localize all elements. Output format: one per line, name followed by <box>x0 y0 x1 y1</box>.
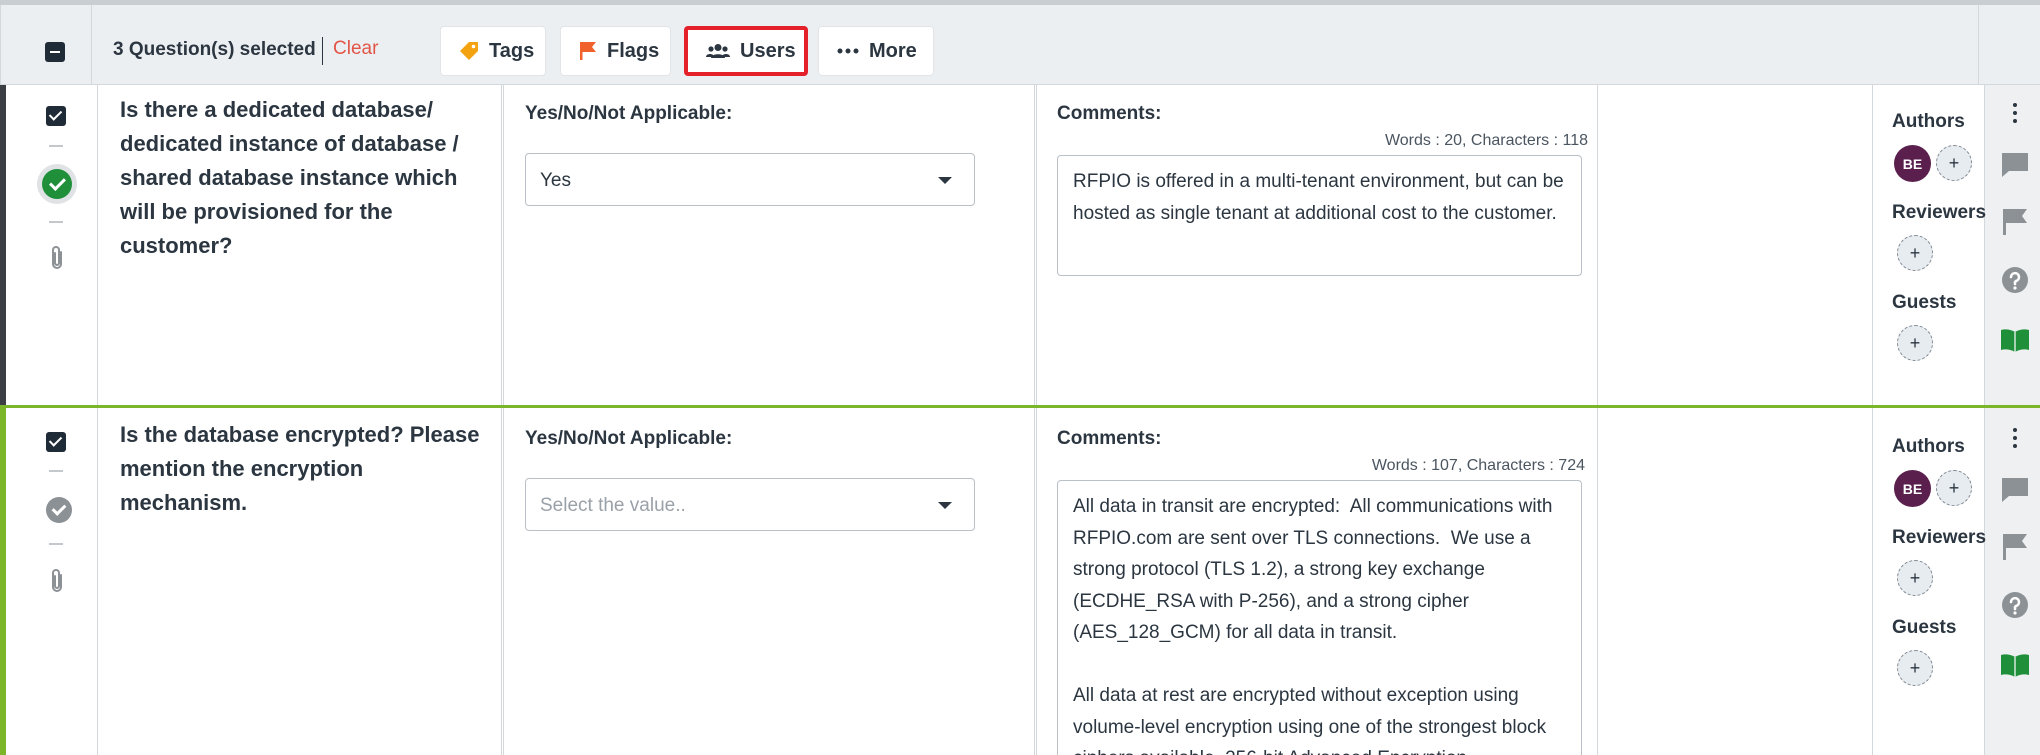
chevron-down-icon <box>938 502 952 509</box>
answer-select-value: Yes <box>540 170 571 191</box>
answer-label: Yes/No/Not Applicable: <box>525 428 733 449</box>
add-reviewer-button[interactable]: + <box>1897 560 1933 596</box>
authors-label: Authors <box>1892 436 1965 457</box>
clear-selection-link[interactable]: Clear <box>333 38 378 60</box>
comment-textarea[interactable]: All data in transit are encrypted: All c… <box>1057 480 1582 755</box>
column-divider <box>501 408 502 755</box>
answer-select-placeholder: Select the value.. <box>540 495 686 516</box>
toolbar-divider <box>0 5 1 90</box>
row-checkbox[interactable] <box>46 106 66 126</box>
column-divider <box>97 408 98 755</box>
users-icon <box>706 43 730 59</box>
flag-icon[interactable] <box>2000 532 2030 562</box>
more-button[interactable]: More <box>818 26 934 76</box>
question-row: Is the database encrypted? Please mentio… <box>0 405 2040 755</box>
add-guest-button[interactable]: + <box>1897 325 1933 361</box>
word-count: Words : 107, Characters : 724 <box>1371 457 1585 474</box>
column-divider <box>1984 408 1985 755</box>
more-button-label: More <box>869 39 917 62</box>
rail-divider <box>49 145 63 147</box>
row-menu-icon[interactable] <box>2010 428 2020 454</box>
help-icon[interactable] <box>2000 265 2030 295</box>
tags-button-label: Tags <box>489 39 535 62</box>
reviewers-label: Reviewers <box>1892 527 1987 548</box>
column-divider <box>1036 408 1037 755</box>
tags-button[interactable]: Tags <box>440 26 546 76</box>
flag-icon <box>579 41 597 61</box>
answer-select[interactable]: Yes <box>525 153 975 206</box>
book-icon[interactable] <box>2000 325 2030 355</box>
selection-toolbar: 3 Question(s) selected Clear Tags Flags … <box>0 0 2040 90</box>
users-button[interactable]: Users <box>684 26 808 76</box>
select-all-checkbox[interactable] <box>45 42 65 62</box>
column-divider <box>97 85 98 405</box>
book-icon[interactable] <box>2000 650 2030 680</box>
avatar[interactable]: BE <box>1894 145 1931 182</box>
add-author-button[interactable]: + <box>1936 145 1972 181</box>
comments-label: Comments: <box>1057 428 1162 449</box>
column-divider <box>1036 85 1037 405</box>
rail-divider <box>49 543 63 545</box>
column-divider <box>1872 408 1873 755</box>
comment-textarea[interactable]: RFPIO is offered in a multi-tenant envir… <box>1057 155 1582 276</box>
question-text: Is the database encrypted? Please mentio… <box>120 422 480 515</box>
flags-button-label: Flags <box>607 39 660 62</box>
toolbar-divider <box>91 5 92 90</box>
row-action-rail <box>1985 408 2040 755</box>
column-divider <box>1984 85 1985 405</box>
page: 3 Question(s) selected Clear Tags Flags … <box>0 0 2040 755</box>
authors-label: Authors <box>1892 111 1965 132</box>
add-author-button[interactable]: + <box>1936 470 1972 506</box>
more-dots-icon <box>837 48 859 54</box>
rail-divider <box>49 470 63 472</box>
flags-button[interactable]: Flags <box>560 26 671 76</box>
column-divider <box>1597 408 1598 755</box>
paperclip-icon[interactable] <box>48 245 66 271</box>
guests-label: Guests <box>1892 292 1957 313</box>
users-button-label: Users <box>740 39 796 62</box>
complete-status-icon[interactable] <box>42 169 72 199</box>
rail-divider <box>49 221 63 223</box>
chevron-down-icon <box>938 177 952 184</box>
column-divider <box>1597 85 1598 405</box>
row-menu-icon[interactable] <box>2010 103 2020 129</box>
row-checkbox[interactable] <box>46 432 66 452</box>
toolbar-divider <box>1978 5 1979 90</box>
flag-icon[interactable] <box>2000 207 2030 237</box>
column-divider <box>1034 408 1035 755</box>
help-icon[interactable] <box>2000 590 2030 620</box>
row-action-rail <box>1985 85 2040 405</box>
column-divider <box>501 85 502 405</box>
question-row: Is there a dedicated database/ dedicated… <box>0 85 2040 405</box>
word-count: Words : 20, Characters : 118 <box>1384 132 1588 149</box>
column-divider <box>1034 85 1035 405</box>
add-reviewer-button[interactable]: + <box>1897 235 1933 271</box>
answer-select[interactable]: Select the value.. <box>525 478 975 531</box>
add-guest-button[interactable]: + <box>1897 650 1933 686</box>
toolbar-divider <box>322 37 323 65</box>
column-divider <box>1872 85 1873 405</box>
avatar[interactable]: BE <box>1894 470 1931 507</box>
tag-icon <box>459 41 479 61</box>
guests-label: Guests <box>1892 617 1957 638</box>
comments-label: Comments: <box>1057 103 1162 124</box>
comment-icon[interactable] <box>2000 475 2030 505</box>
status-icon[interactable] <box>46 497 72 523</box>
column-divider <box>503 85 504 405</box>
selected-count: 3 Question(s) selected <box>113 39 316 60</box>
answer-label: Yes/No/Not Applicable: <box>525 103 733 124</box>
paperclip-icon[interactable] <box>48 568 66 594</box>
reviewers-label: Reviewers <box>1892 202 1987 223</box>
column-divider <box>503 408 504 755</box>
comment-icon[interactable] <box>2000 150 2030 180</box>
question-text: Is there a dedicated database/ dedicated… <box>120 97 459 258</box>
